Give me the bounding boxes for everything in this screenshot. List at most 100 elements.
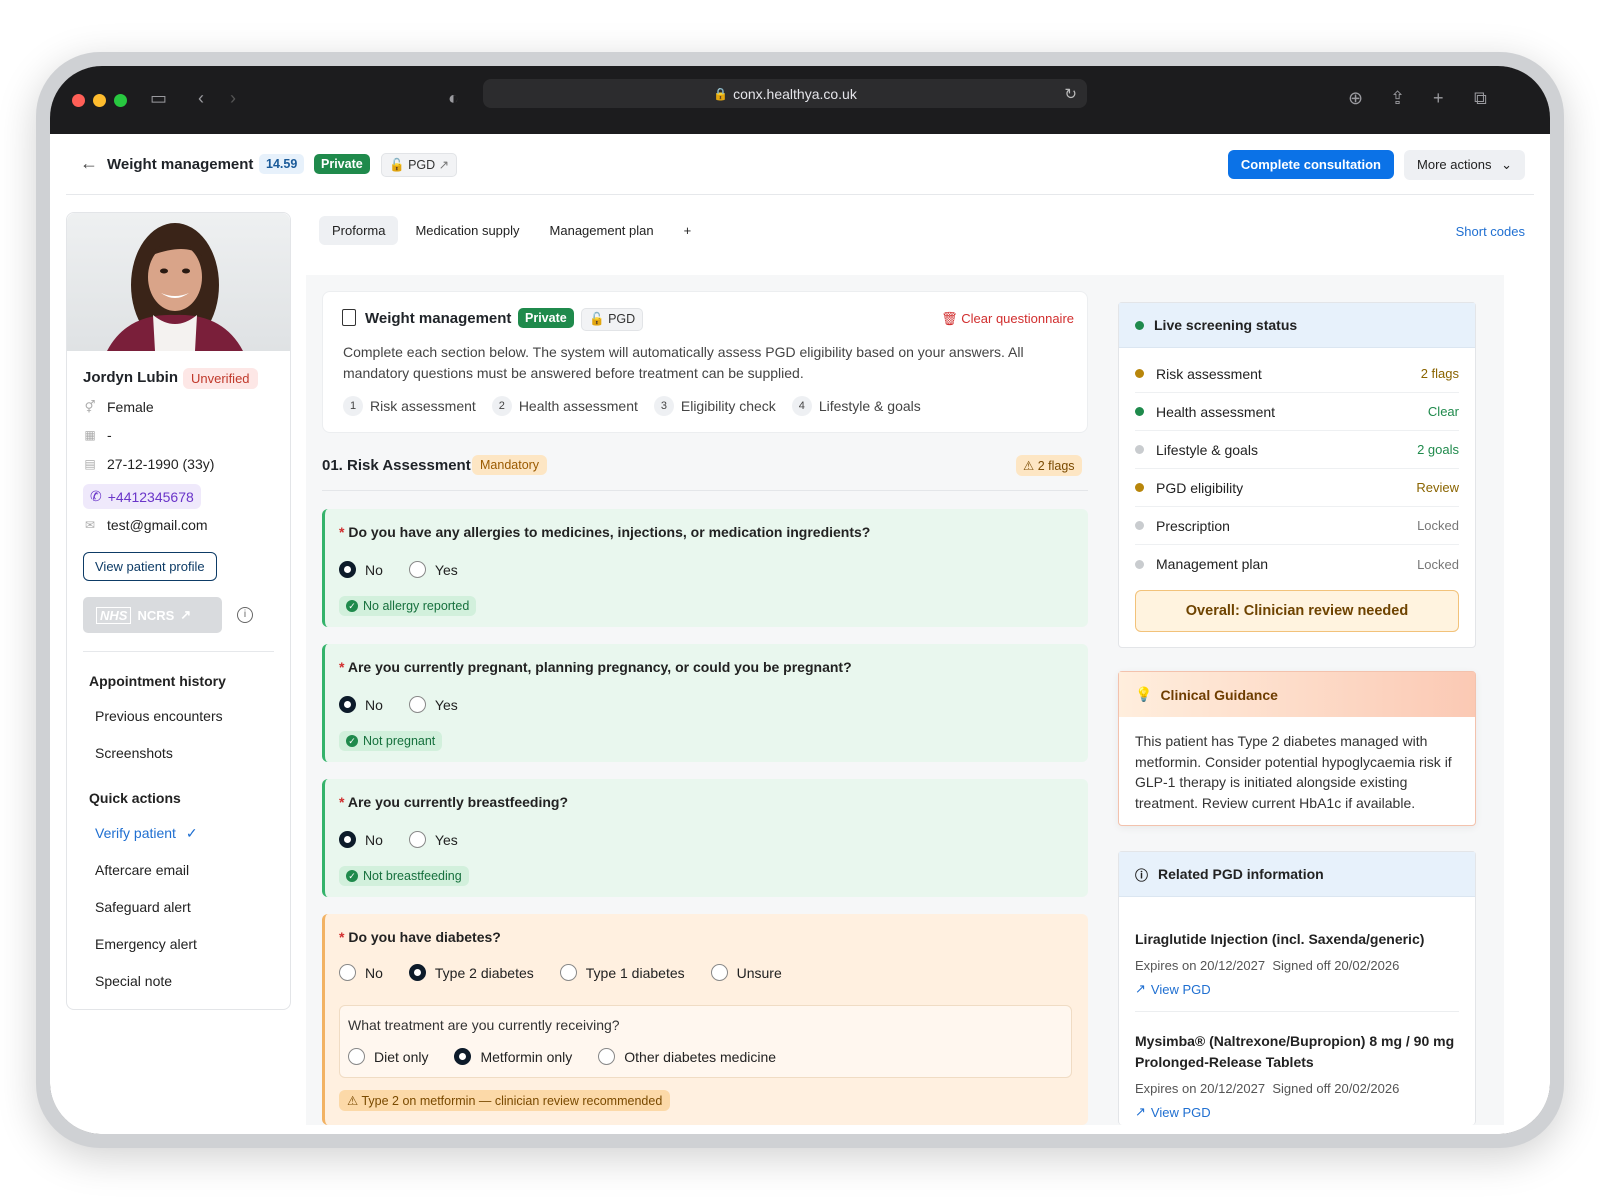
download-icon[interactable]: ⊕ [1348,88,1363,109]
radio-selected[interactable] [339,696,356,713]
back-icon[interactable]: ‹ [198,88,204,109]
tab-medication-supply[interactable]: Medication supply [402,216,532,245]
tab-overview-icon[interactable]: ⧉ [1474,88,1487,109]
question-diabetes: * Do you have diabetes? No Type 2 diabet… [322,914,1088,1125]
option-other-medicine[interactable]: Other diabetes medicine [598,1048,776,1065]
aftercare-email-link[interactable]: Aftercare email [95,862,189,878]
nhs-number-row: ▦ - [83,427,111,443]
address-bar[interactable]: 🔒 conx.healthya.co.uk ↻ [483,79,1087,108]
pgd-badge: 🔓 PGD [581,308,644,331]
verification-status-badge: Unverified [183,368,258,389]
question-text: * Are you currently breastfeeding? [339,794,568,810]
short-codes-link[interactable]: Short codes [1456,224,1525,239]
trash-icon: 🗑 [941,311,958,326]
option-no[interactable]: No [339,696,383,713]
radio-unselected[interactable] [598,1048,616,1065]
back-arrow-icon[interactable]: ← [80,153,98,174]
emergency-alert-link[interactable]: Emergency alert [95,936,197,952]
complete-consultation-button[interactable]: Complete consultation [1227,150,1394,179]
radio-unselected[interactable] [408,831,426,848]
step-number: 4 [791,396,812,416]
row-label: Risk assessment [1156,365,1262,382]
email-value: test@gmail.com [107,517,208,533]
answer-options: No Yes [339,561,458,578]
reload-icon[interactable]: ↻ [1064,85,1077,103]
info-circle-icon: ⓘ [1135,867,1149,883]
gender-icon: ⚥ [84,400,96,414]
view-pgd-label: View PGD [1150,981,1211,997]
option-no[interactable]: No [339,831,383,848]
option-label: Type 1 diabetes [585,964,685,981]
answer-options: No Type 2 diabetes Type 1 diabetes Unsur… [339,964,782,981]
bmi-badge: 14.59 [259,154,305,174]
option-type-1[interactable]: Type 1 diabetes [559,964,685,981]
clinical-guidance-card: 💡 Clinical Guidance This patient has Type… [1118,671,1476,826]
option-yes[interactable]: Yes [408,561,458,578]
more-actions-button[interactable]: More actions ⌄ [1404,150,1525,180]
result-chip: ✓ Not pregnant [339,731,443,751]
minimize-window-button[interactable] [93,94,106,107]
option-label: Metformin only [480,1048,573,1065]
info-icon[interactable]: i [237,607,253,623]
appointment-history-heading: Appointment history [89,673,226,689]
option-yes[interactable]: Yes [408,831,458,848]
pgd-signed-off: Signed off 20/02/2026 [1272,1081,1400,1096]
gender-row: ⚥ Female [83,399,154,415]
step-item[interactable]: 3 Eligibility check [653,396,776,416]
clear-questionnaire-button[interactable]: 🗑 Clear questionnaire [941,311,1074,327]
view-pgd-link[interactable]: ↗ View PGD [1135,1104,1459,1120]
radio-unselected[interactable] [559,964,577,981]
tab-management-plan[interactable]: Management plan [537,216,667,245]
option-label: No [365,964,383,981]
patient-name: Jordyn Lubin [83,369,178,386]
radio-unselected[interactable] [339,964,356,981]
option-type-2[interactable]: Type 2 diabetes [408,964,534,981]
option-yes[interactable]: Yes [408,696,458,713]
document-icon [342,309,356,326]
radio-selected[interactable] [454,1048,472,1065]
consultation-header: ← Weight management 14.59 Private 🔓 PGD … [66,134,1534,195]
more-actions-label: More actions [1417,157,1492,172]
screenshots-link[interactable]: Screenshots [95,745,173,761]
radio-unselected[interactable] [348,1048,365,1065]
radio-selected[interactable] [339,561,356,578]
step-label: Eligibility check [680,398,776,414]
special-note-link[interactable]: Special note [95,973,172,989]
option-no[interactable]: No [339,561,383,578]
maximize-window-button[interactable] [114,94,127,107]
result-label: Not breastfeeding [363,869,462,883]
radio-unselected[interactable] [710,964,728,981]
option-metformin-only[interactable]: Metformin only [454,1048,572,1065]
sidebar-toggle-icon[interactable]: ▭ [150,88,167,109]
safeguard-alert-link[interactable]: Safeguard alert [95,899,191,915]
forward-icon[interactable]: › [230,88,236,109]
radio-selected[interactable] [408,964,426,981]
verify-patient-link[interactable]: Verify patient ✓ [95,825,198,842]
add-tab-button[interactable]: + [671,216,705,245]
step-item[interactable]: 1 Risk assessment [343,396,476,416]
privacy-shield-icon[interactable]: ◐ [448,88,459,109]
result-chip: ✓ Not breastfeeding [339,866,469,886]
ncrs-button[interactable]: NHS NCRS ↗ [83,597,222,633]
step-item[interactable]: 2 Health assessment [491,396,638,416]
radio-unselected[interactable] [408,561,426,578]
option-diet-only[interactable]: Diet only [348,1048,428,1065]
radio-unselected[interactable] [408,696,426,713]
option-label: Yes [434,831,458,848]
close-window-button[interactable] [72,94,85,107]
pgd-badge[interactable]: 🔓 PGD ↗ [381,153,458,177]
previous-encounters-link[interactable]: Previous encounters [95,708,223,724]
option-unsure[interactable]: Unsure [710,964,782,981]
option-no[interactable]: No [339,964,383,981]
new-tab-icon[interactable]: + [1433,88,1444,109]
view-patient-profile-button[interactable]: View patient profile [83,552,217,581]
step-item[interactable]: 4 Lifestyle & goals [791,396,921,416]
phone-chip[interactable]: ✆ +4412345678 [83,484,201,509]
share-icon[interactable]: ⇪ [1390,88,1405,109]
check-circle-icon: ✓ [346,870,358,882]
related-pgd-card: ⓘ Related PGD information Liraglutide Inj… [1118,851,1476,1125]
tab-proforma[interactable]: Proforma [319,216,399,245]
radio-selected[interactable] [339,831,356,848]
row-label: Lifestyle & goals [1156,441,1258,458]
view-pgd-link[interactable]: ↗ View PGD [1135,981,1459,997]
